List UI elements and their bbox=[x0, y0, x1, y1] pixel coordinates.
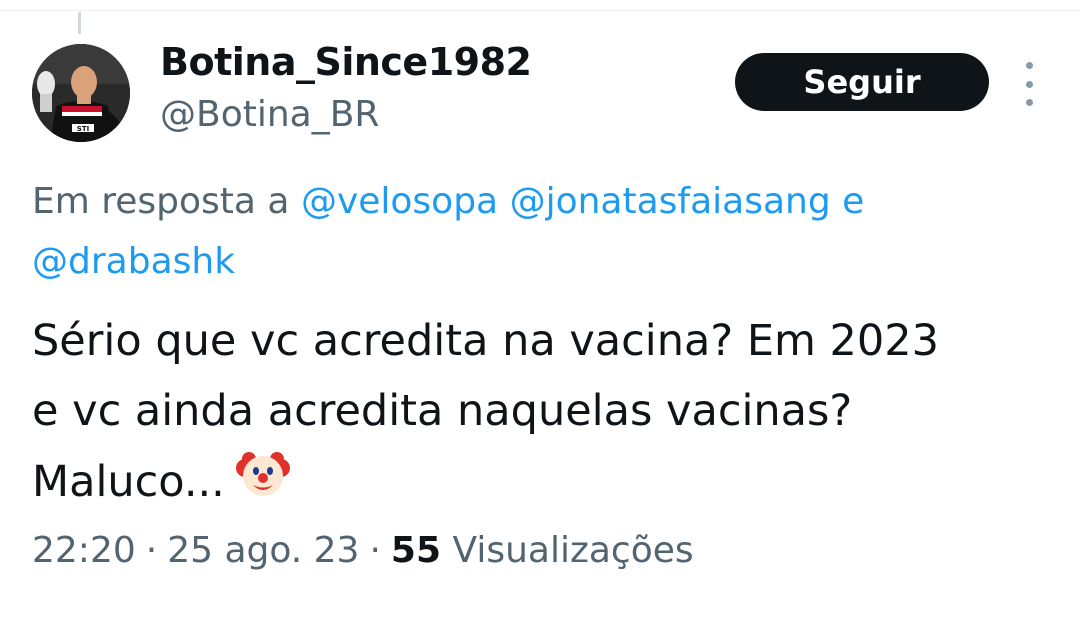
clown-face-icon bbox=[235, 452, 290, 496]
mention-link[interactable]: @drabashk bbox=[32, 241, 235, 282]
avatar-photo-icon: STI bbox=[32, 44, 130, 142]
views-count: 55 bbox=[390, 530, 442, 571]
more-options-icon[interactable] bbox=[1019, 62, 1039, 106]
top-divider bbox=[0, 10, 1080, 11]
thread-connector-line bbox=[78, 12, 81, 34]
meta-separator: · bbox=[369, 530, 381, 571]
avatar[interactable]: STI bbox=[32, 44, 130, 142]
display-name[interactable]: Botina_Since1982 bbox=[160, 40, 532, 84]
mention-link[interactable]: @velosopa bbox=[301, 181, 498, 222]
meta-separator: · bbox=[145, 530, 158, 571]
reply-prefix: Em resposta a bbox=[32, 181, 290, 222]
tweet-text-line: Sério que vc acredita na vacina? Em 2023 bbox=[32, 316, 939, 366]
user-handle[interactable]: @Botina_BR bbox=[160, 94, 379, 135]
reply-context: Em resposta a @velosopa @jonatasfaiasang… bbox=[32, 172, 1032, 292]
dot bbox=[1025, 80, 1033, 88]
dot bbox=[1025, 99, 1033, 106]
tweet-time[interactable]: 22:20 bbox=[32, 530, 136, 571]
svg-text:STI: STI bbox=[77, 125, 89, 133]
tweet-card: STI Botina_Since1982 @Botina_BR Seguir E… bbox=[0, 0, 1080, 638]
tweet-text-line: Maluco... bbox=[32, 457, 225, 507]
mention-link[interactable]: @jonatasfaiasang bbox=[510, 181, 831, 222]
tweet-meta: 22:20 · 25 ago. 23 · 55 Visualizações bbox=[32, 530, 694, 571]
tweet-text-line: e vc ainda acredita naquelas vacinas? bbox=[32, 376, 1052, 446]
views-label: Visualizações bbox=[452, 530, 694, 571]
reply-conjunction: e bbox=[842, 181, 865, 222]
tweet-text-line: e vc ainda acredita naquelas vacinas? bbox=[32, 386, 853, 436]
tweet-date[interactable]: 25 ago. 23 bbox=[167, 530, 359, 571]
follow-button[interactable]: Seguir bbox=[735, 53, 989, 111]
tweet-body: Sério que vc acredita na vacina? Em 2023… bbox=[32, 306, 1052, 517]
dot bbox=[1025, 62, 1033, 69]
tweet-text-line: Maluco... bbox=[32, 446, 1052, 517]
